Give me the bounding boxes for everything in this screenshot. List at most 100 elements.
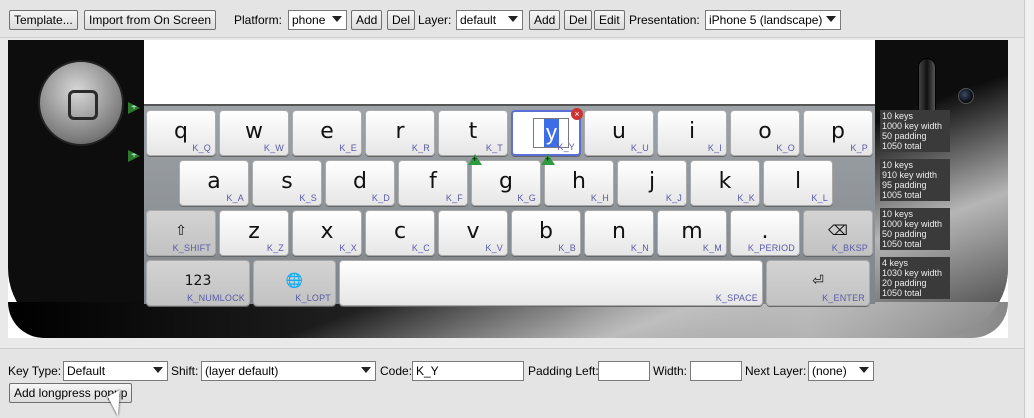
key-t[interactable]: t K_T bbox=[438, 110, 508, 156]
key-code: K_F bbox=[445, 193, 463, 203]
key-h[interactable]: h K_H bbox=[541, 154, 614, 206]
key-u[interactable]: u K_U bbox=[584, 110, 654, 156]
key-n[interactable]: n K_N bbox=[584, 210, 654, 256]
row-info-line: 4 keys bbox=[882, 258, 909, 268]
key-shift[interactable]: ⇧ K_SHIFT bbox=[146, 210, 216, 256]
width-input[interactable] bbox=[690, 361, 742, 381]
key-w[interactable]: w K_W bbox=[219, 110, 289, 156]
key-cap: v bbox=[466, 219, 480, 244]
key-code: K_L bbox=[811, 193, 828, 203]
key-type-label: Key Type: bbox=[8, 364, 62, 378]
key-code: K_R bbox=[411, 143, 430, 153]
key-code: K_B bbox=[558, 243, 576, 253]
key-l[interactable]: l K_L bbox=[763, 160, 833, 206]
key-v[interactable]: v K_V bbox=[438, 210, 508, 256]
longpress-marker-icon bbox=[468, 154, 482, 165]
shift-select[interactable]: (layer default) bbox=[201, 361, 376, 381]
key-space[interactable]: K_SPACE bbox=[339, 260, 763, 306]
key-code: K_PERIOD bbox=[747, 243, 795, 253]
code-label: Code: bbox=[380, 364, 413, 378]
platform-select[interactable]: phone bbox=[288, 10, 347, 30]
key-lopt[interactable]: 🌐 K_LOPT bbox=[253, 260, 336, 306]
key-properties-bar: Key Type: Default Shift: (layer default)… bbox=[0, 348, 1034, 418]
key-z[interactable]: z K_Z bbox=[219, 210, 289, 256]
presentation-select[interactable]: iPhone 5 (landscape) bbox=[705, 10, 841, 30]
key-m[interactable]: m K_M bbox=[657, 210, 727, 256]
key-i[interactable]: i K_I bbox=[657, 110, 727, 156]
key-period[interactable]: . K_PERIOD bbox=[730, 210, 800, 256]
key-a[interactable]: a K_A bbox=[179, 160, 249, 206]
keyboard: q K_Q w K_W e K_E r K_R t K_T y × K_Y u K_U i K_I o K_O p K_… bbox=[144, 104, 875, 306]
key-code: K_H bbox=[590, 193, 609, 203]
key-cap: 123 bbox=[184, 273, 212, 289]
key-c[interactable]: c K_C bbox=[365, 210, 435, 256]
row-info-line: 1005 total bbox=[882, 190, 922, 200]
key-cap: k bbox=[718, 169, 732, 194]
key-type-select[interactable]: Default bbox=[63, 361, 168, 381]
key-code: K_A bbox=[226, 193, 244, 203]
key-cap: g bbox=[499, 169, 513, 194]
add-layer-button[interactable]: Add bbox=[529, 10, 561, 30]
key-s[interactable]: s K_S bbox=[252, 160, 322, 206]
key-y[interactable]: y × K_Y bbox=[511, 108, 583, 156]
key-cap: ⏎ bbox=[812, 273, 824, 289]
key-cap: d bbox=[353, 169, 367, 194]
key-code: K_D bbox=[371, 193, 390, 203]
layer-select[interactable]: default bbox=[456, 10, 523, 30]
key-code: K_E bbox=[339, 143, 357, 153]
key-cap: l bbox=[794, 169, 802, 194]
longpress-marker-icon bbox=[541, 154, 555, 165]
shift-label: Shift: bbox=[171, 364, 199, 378]
chevron-down-icon bbox=[826, 16, 836, 22]
next-layer-select[interactable]: (none) bbox=[808, 361, 874, 381]
edit-layer-button[interactable]: Edit bbox=[594, 10, 625, 30]
row-width-info: 10 keys 1000 key width 50 padding 1050 tota… bbox=[880, 110, 950, 152]
key-code: K_N bbox=[630, 243, 649, 253]
key-d[interactable]: d K_D bbox=[325, 160, 395, 206]
key-code: K_G bbox=[517, 193, 536, 203]
row-info-line: 1030 key width bbox=[882, 268, 943, 278]
key-cap: q bbox=[174, 119, 188, 144]
key-cap: m bbox=[681, 219, 703, 244]
key-o[interactable]: o K_O bbox=[730, 110, 800, 156]
key-cap: a bbox=[207, 169, 221, 194]
key-cap: ⌫ bbox=[828, 223, 848, 239]
key-f[interactable]: f K_F bbox=[398, 160, 468, 206]
key-x[interactable]: x K_X bbox=[292, 210, 362, 256]
key-q[interactable]: q K_Q bbox=[146, 110, 216, 156]
import-from-on-screen-button[interactable]: Import from On Screen bbox=[84, 10, 217, 30]
screen-text-area bbox=[144, 40, 875, 104]
key-code: K_V bbox=[485, 243, 503, 253]
key-code: K_C bbox=[411, 243, 430, 253]
key-numlock[interactable]: 123 K_NUMLOCK bbox=[146, 260, 250, 306]
key-k[interactable]: k K_K bbox=[690, 160, 760, 206]
key-p[interactable]: p K_P bbox=[803, 110, 873, 156]
key-b[interactable]: b K_B bbox=[511, 210, 581, 256]
key-cap: s bbox=[281, 169, 293, 194]
width-label: Width: bbox=[653, 364, 688, 378]
delete-key-icon[interactable]: × bbox=[571, 108, 583, 120]
key-cap: z bbox=[248, 219, 260, 244]
row-info-line: 50 padding bbox=[882, 229, 927, 239]
row-info-line: 1050 total bbox=[882, 141, 922, 151]
key-enter[interactable]: ⏎ K_ENTER bbox=[766, 260, 870, 306]
key-g[interactable]: g K_G bbox=[468, 154, 541, 206]
delete-platform-button[interactable]: Del bbox=[387, 10, 416, 30]
key-cap: o bbox=[758, 119, 772, 144]
vertical-scrollbar[interactable] bbox=[1024, 0, 1034, 418]
code-input[interactable]: K_Y bbox=[412, 361, 524, 381]
key-cap: c bbox=[393, 219, 407, 244]
row-info-line: 1050 total bbox=[882, 288, 922, 298]
add-platform-button[interactable]: Add bbox=[351, 10, 383, 30]
template-button[interactable]: Template... bbox=[9, 10, 78, 30]
key-e[interactable]: e K_E bbox=[292, 110, 362, 156]
key-j[interactable]: j K_J bbox=[617, 160, 687, 206]
delete-layer-button[interactable]: Del bbox=[564, 10, 593, 30]
key-cap: 🌐 bbox=[285, 273, 304, 289]
padding-left-input[interactable] bbox=[598, 361, 650, 381]
row-info-line: 10 keys bbox=[882, 160, 914, 170]
row-info-line: 10 keys bbox=[882, 111, 914, 121]
key-r[interactable]: r K_R bbox=[365, 110, 435, 156]
key-bksp[interactable]: ⌫ K_BKSP bbox=[803, 210, 873, 256]
key-cap: n bbox=[612, 219, 626, 244]
